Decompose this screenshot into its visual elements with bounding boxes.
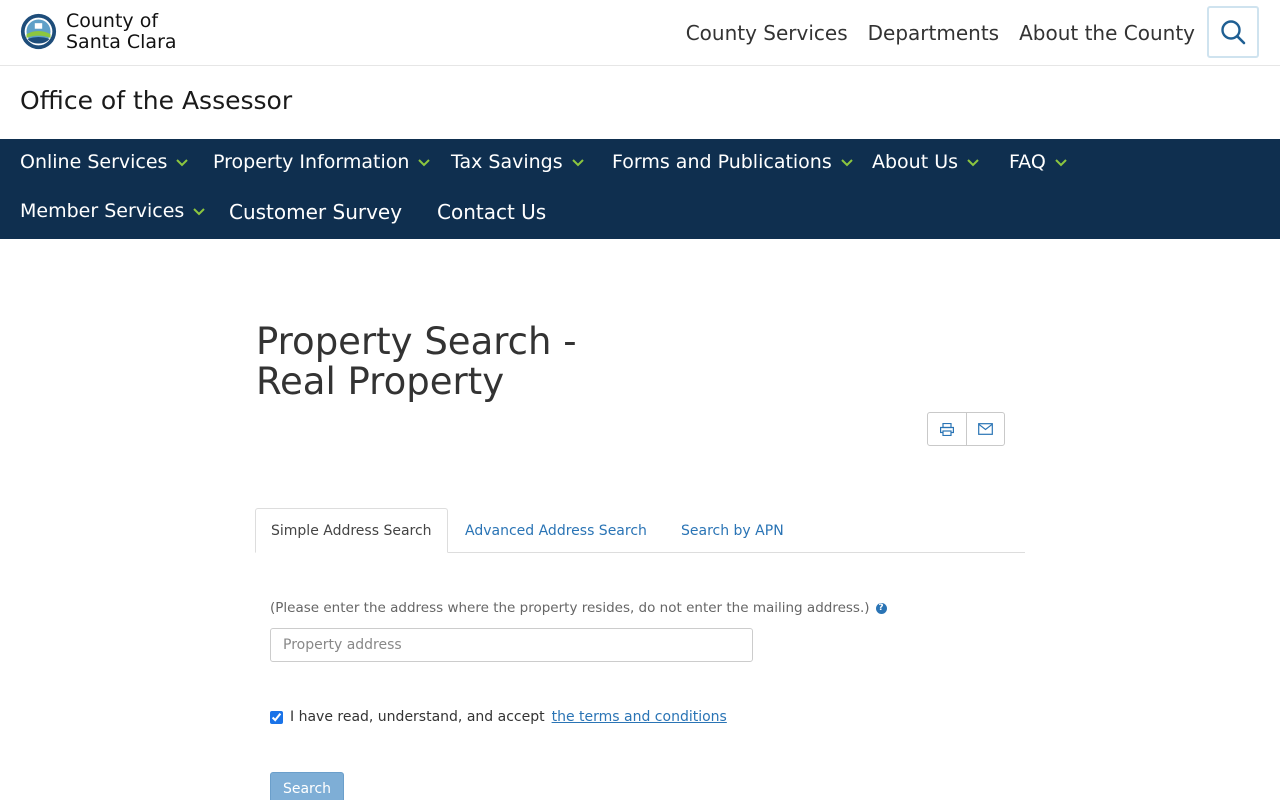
search-button[interactable]: Search bbox=[270, 772, 344, 800]
chevron-down-icon bbox=[841, 159, 853, 167]
county-name-line1: County of bbox=[66, 10, 159, 32]
page-title-line2: Real Property bbox=[256, 360, 505, 403]
nav-label: Online Services bbox=[20, 151, 168, 173]
nav-about-us[interactable]: About Us bbox=[872, 151, 980, 173]
property-address-input[interactable] bbox=[270, 628, 753, 662]
search-icon bbox=[1221, 20, 1246, 45]
top-nav-about-county[interactable]: About the County bbox=[1019, 20, 1195, 46]
tab-advanced-address-search[interactable]: Advanced Address Search bbox=[450, 508, 662, 553]
terms-checkbox[interactable] bbox=[270, 710, 283, 724]
terms-link[interactable]: the terms and conditions bbox=[552, 709, 727, 725]
nav-label: About Us bbox=[872, 151, 959, 173]
main-nav: Online Services Property Information Tax… bbox=[0, 139, 1280, 239]
terms-text: I have read, understand, and accept bbox=[290, 709, 545, 725]
county-name-line2: Santa Clara bbox=[66, 31, 177, 53]
email-button[interactable] bbox=[965, 413, 1005, 445]
nav-label: FAQ bbox=[1009, 151, 1046, 173]
chevron-down-icon bbox=[571, 159, 584, 167]
help-icon[interactable]: ? bbox=[875, 602, 887, 614]
chevron-down-icon bbox=[967, 159, 979, 167]
tab-simple-address-search[interactable]: Simple Address Search bbox=[255, 508, 448, 553]
nav-online-services[interactable]: Online Services bbox=[20, 151, 189, 173]
nav-faq[interactable]: FAQ bbox=[1009, 151, 1068, 173]
top-nav: County Services Departments About the Co… bbox=[686, 20, 1195, 46]
page-title-line1: Property Search - bbox=[256, 320, 577, 363]
county-seal-logo[interactable] bbox=[20, 13, 57, 50]
nav-contact-us[interactable]: Contact Us bbox=[437, 200, 546, 224]
nav-label: Tax Savings bbox=[451, 151, 563, 173]
print-button[interactable] bbox=[928, 413, 966, 445]
terms-acceptance: I have read, understand, and accept the … bbox=[270, 709, 727, 725]
nav-tax-savings[interactable]: Tax Savings bbox=[451, 151, 585, 173]
nav-label: Member Services bbox=[20, 200, 185, 222]
site-search-button[interactable] bbox=[1207, 6, 1259, 58]
chevron-down-icon bbox=[418, 159, 431, 167]
top-nav-county-services[interactable]: County Services bbox=[686, 20, 848, 46]
chevron-down-icon bbox=[176, 159, 189, 167]
search-tabs: Simple Address Search Advanced Address S… bbox=[255, 508, 1025, 553]
address-hint-text: (Please enter the address where the prop… bbox=[270, 600, 870, 616]
chevron-down-icon bbox=[1055, 159, 1067, 167]
print-icon bbox=[939, 422, 954, 436]
nav-label: Property Information bbox=[213, 151, 410, 173]
top-nav-departments[interactable]: Departments bbox=[868, 20, 999, 46]
nav-label: Forms and Publications bbox=[612, 151, 832, 173]
nav-customer-survey[interactable]: Customer Survey bbox=[229, 200, 402, 224]
email-icon bbox=[977, 423, 993, 435]
address-hint: (Please enter the address where the prop… bbox=[270, 600, 887, 616]
nav-property-information[interactable]: Property Information bbox=[213, 151, 431, 173]
office-title[interactable]: Office of the Assessor bbox=[20, 86, 292, 115]
nav-forms-publications[interactable]: Forms and Publications bbox=[612, 151, 854, 173]
site-header: County of Santa Clara County Services De… bbox=[0, 0, 1280, 66]
chevron-down-icon bbox=[193, 208, 206, 216]
tab-search-by-apn[interactable]: Search by APN bbox=[666, 508, 799, 553]
share-buttons bbox=[927, 412, 1005, 446]
nav-member-services[interactable]: Member Services bbox=[20, 200, 206, 222]
page-title: Property Search - Real Property bbox=[256, 322, 577, 402]
county-name[interactable]: County of Santa Clara bbox=[66, 11, 177, 53]
